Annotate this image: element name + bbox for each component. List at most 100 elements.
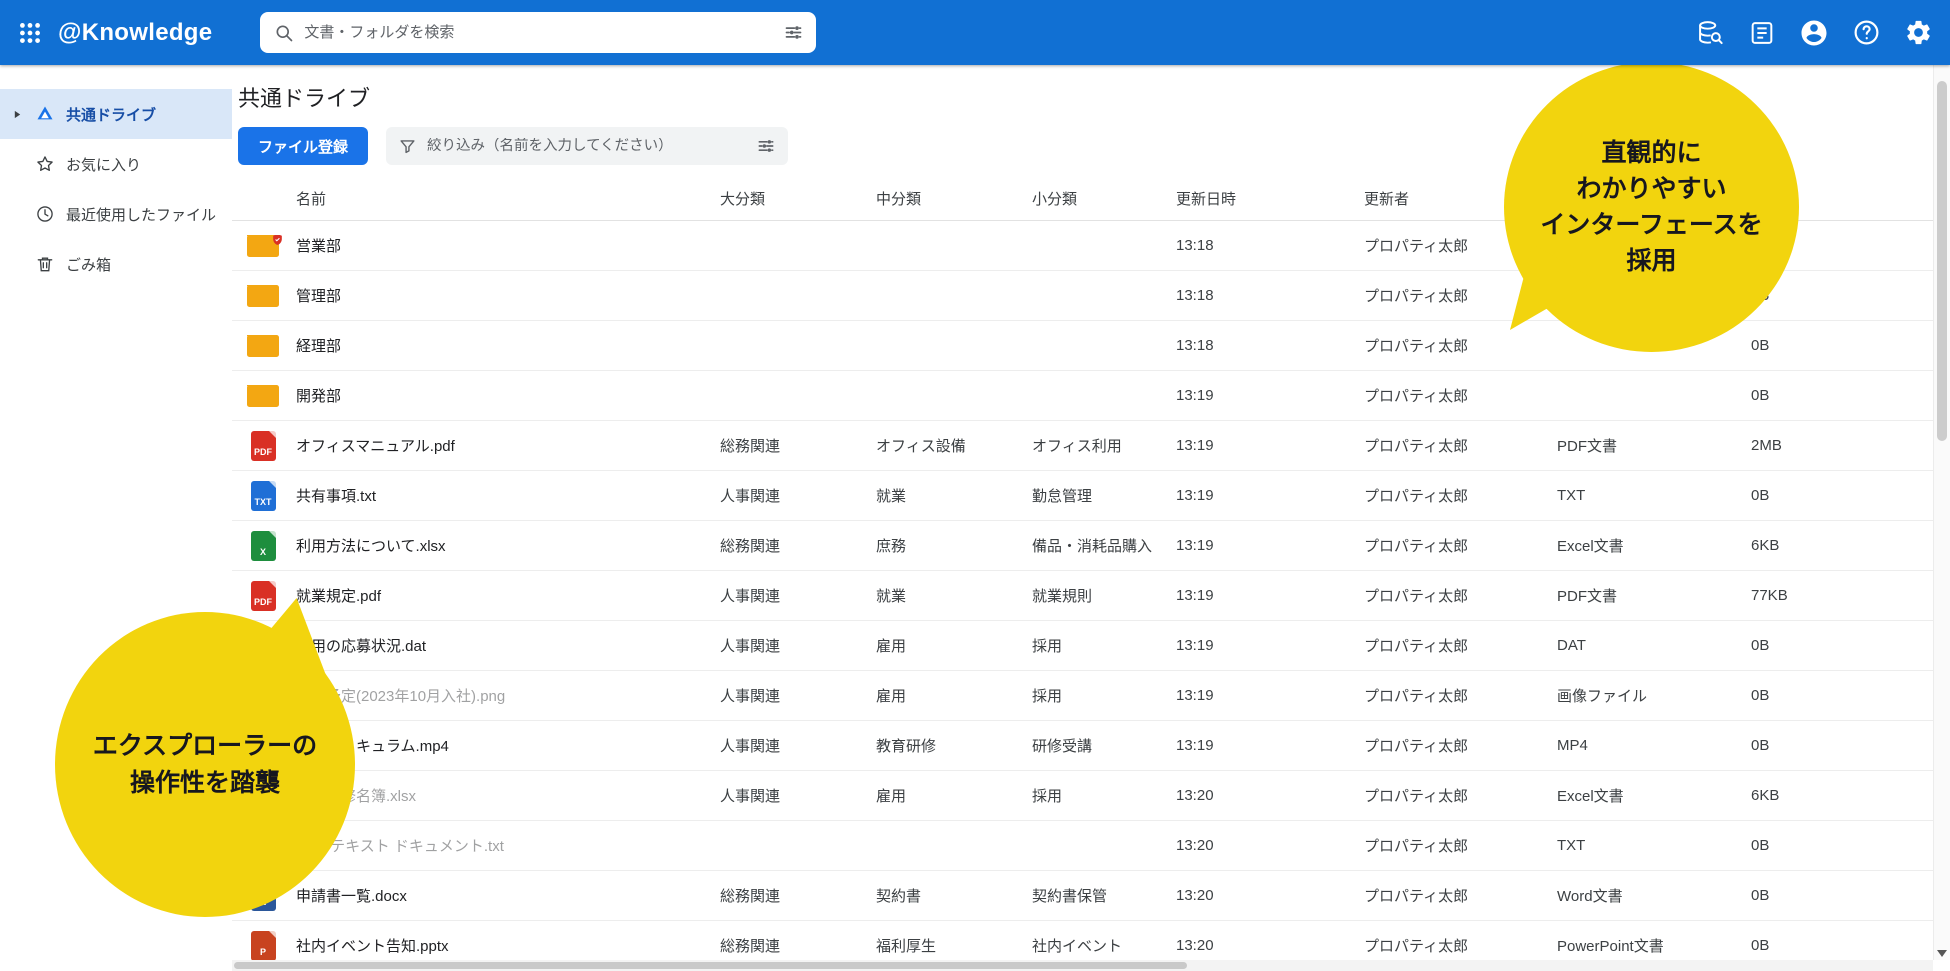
- file-name: 申請書一覧.docx: [296, 885, 407, 906]
- table-row[interactable]: PDF就業規定.pdf人事関連就業就業規則13:19プロパティ太郎PDF文書77…: [232, 571, 1933, 621]
- callout-bubble-bottom-left: エクスプローラーの操作性を踏襲: [55, 612, 355, 917]
- updated-time: 13:19: [1176, 437, 1364, 454]
- table-row[interactable]: W申請書一覧.docx総務関連契約書契約書保管13:20プロパティ太郎Word文…: [232, 871, 1933, 921]
- category-minor: オフィス利用: [1032, 435, 1176, 456]
- category-middle: 教育研修: [876, 735, 1032, 756]
- bubble-text-line: インターフェースを: [1540, 207, 1762, 243]
- vertical-scrollbar[interactable]: [1933, 65, 1950, 960]
- file-size: 0B: [1751, 287, 1933, 304]
- table-row[interactable]: X利用方法について.xlsx総務関連庶務備品・消耗品購入13:19プロパティ太郎…: [232, 521, 1933, 571]
- table-row[interactable]: PDFオフィスマニュアル.pdf総務関連オフィス設備オフィス利用13:19プロパ…: [232, 421, 1933, 471]
- apps-grid-icon[interactable]: [10, 13, 50, 53]
- horizontal-scrollbar[interactable]: [232, 960, 1933, 971]
- file-kind: TXT: [1557, 487, 1751, 504]
- account-icon[interactable]: [1796, 15, 1832, 51]
- updated-by: プロパティ太郎: [1364, 935, 1557, 956]
- category-major: 人事関連: [720, 635, 876, 656]
- table-row[interactable]: DAT採用の応募状況.dat人事関連雇用採用13:19プロパティ太郎DAT0B: [232, 621, 1933, 671]
- file-kind: Excel文書: [1557, 535, 1751, 556]
- table-row[interactable]: TXT共有事項.txt人事関連就業勤怠管理13:19プロパティ太郎TXT0B: [232, 471, 1933, 521]
- trash-icon: [32, 254, 58, 274]
- scroll-down-icon[interactable]: [1934, 950, 1950, 957]
- file-name: 共有事項.txt: [296, 485, 376, 506]
- column-header[interactable]: 中分類: [876, 188, 1032, 209]
- security-badge-icon: [271, 235, 284, 247]
- sidebar-item-favorites[interactable]: お気に入り: [0, 139, 232, 189]
- global-search[interactable]: [260, 12, 816, 53]
- filter-box[interactable]: [386, 127, 788, 165]
- bubble-text-line: エクスプローラーの: [93, 728, 317, 764]
- file-name: 利用方法について.xlsx: [296, 535, 446, 556]
- folder-icon: [246, 235, 280, 257]
- file-size: 0B: [1751, 737, 1933, 754]
- file-size: 0B: [1751, 337, 1933, 354]
- category-middle: 雇用: [876, 635, 1032, 656]
- updated-by: プロパティ太郎: [1364, 485, 1557, 506]
- star-icon: [32, 154, 58, 174]
- file-kind: TXT: [1557, 837, 1751, 854]
- updated-by: プロパティ太郎: [1364, 835, 1557, 856]
- bubble-text-line: 操作性を踏襲: [93, 765, 317, 801]
- folder-icon: [246, 385, 280, 407]
- expand-caret-icon[interactable]: [10, 110, 24, 119]
- category-minor: 採用: [1032, 685, 1176, 706]
- category-major: 人事関連: [720, 735, 876, 756]
- file-kind: PDF文書: [1557, 435, 1751, 456]
- file-kind: PowerPoint文書: [1557, 935, 1751, 956]
- file-kind: DAT: [1557, 637, 1751, 654]
- txt-icon: TXT: [246, 481, 280, 511]
- search-tune-icon[interactable]: [783, 22, 804, 48]
- file-size: 0B: [1751, 487, 1933, 504]
- file-size: 77KB: [1751, 587, 1933, 604]
- file-size: 6KB: [1751, 537, 1933, 554]
- table-row[interactable]: PNG採用予定(2023年10月入社).png人事関連雇用採用13:19プロパテ…: [232, 671, 1933, 721]
- file-register-button[interactable]: ファイル登録: [238, 127, 368, 165]
- file-kind: PDF文書: [1557, 585, 1751, 606]
- file-size: 0B: [1751, 637, 1933, 654]
- category-minor: 研修受講: [1032, 735, 1176, 756]
- bubble-text-line: 直観的に: [1540, 135, 1762, 171]
- column-header[interactable]: 更新日時: [1176, 188, 1364, 209]
- category-minor: 社内イベント: [1032, 935, 1176, 956]
- category-middle: 就業: [876, 585, 1032, 606]
- category-middle: 雇用: [876, 685, 1032, 706]
- updated-by: プロパティ太郎: [1364, 335, 1557, 356]
- search-input[interactable]: [304, 24, 772, 41]
- category-major: 人事関連: [720, 785, 876, 806]
- column-header[interactable]: 名前: [246, 188, 720, 209]
- pptx-icon: P: [246, 931, 280, 961]
- table-row[interactable]: TXT新規 テキスト ドキュメント.txt13:20プロパティ太郎TXT0B: [232, 821, 1933, 871]
- settings-icon[interactable]: [1900, 15, 1936, 51]
- sidebar-item-common-drive[interactable]: 共通ドライブ: [0, 89, 232, 139]
- file-name: 営業部: [296, 235, 341, 256]
- database-search-icon[interactable]: [1692, 15, 1728, 51]
- document-list-icon[interactable]: [1744, 15, 1780, 51]
- table-row[interactable]: X新人研修名簿.xlsx人事関連雇用採用13:20プロパティ太郎Excel文書6…: [232, 771, 1933, 821]
- table-row[interactable]: MP4研修カリキュラム.mp4人事関連教育研修研修受講13:19プロパティ太郎M…: [232, 721, 1933, 771]
- category-minor: 採用: [1032, 785, 1176, 806]
- updated-time: 13:19: [1176, 487, 1364, 504]
- file-size: 0B: [1751, 887, 1933, 904]
- filter-tune-icon[interactable]: [756, 136, 776, 161]
- vertical-scrollbar-thumb[interactable]: [1937, 81, 1947, 441]
- sidebar-item-trash[interactable]: ごみ箱: [0, 239, 232, 289]
- table-row[interactable]: 開発部13:19プロパティ太郎0B: [232, 371, 1933, 421]
- file-size: 0B: [1751, 687, 1933, 704]
- horizontal-scrollbar-thumb[interactable]: [234, 962, 1187, 969]
- updated-time: 13:19: [1176, 387, 1364, 404]
- column-header[interactable]: 小分類: [1032, 188, 1176, 209]
- sidebar-item-recent-files[interactable]: 最近使用したファイル: [0, 189, 232, 239]
- category-major: 人事関連: [720, 585, 876, 606]
- category-minor: 勤怠管理: [1032, 485, 1176, 506]
- header-actions: [1692, 15, 1936, 51]
- xlsx-icon: X: [246, 531, 280, 561]
- file-kind: Excel文書: [1557, 785, 1751, 806]
- updated-time: 13:19: [1176, 737, 1364, 754]
- bubble-text-line: 採用: [1540, 243, 1762, 279]
- filter-input[interactable]: [427, 138, 746, 154]
- column-header[interactable]: 大分類: [720, 188, 876, 209]
- sidebar-item-label: 最近使用したファイル: [66, 204, 216, 225]
- help-icon[interactable]: [1848, 15, 1884, 51]
- file-size: 6KB: [1751, 787, 1933, 804]
- updated-time: 13:20: [1176, 787, 1364, 804]
